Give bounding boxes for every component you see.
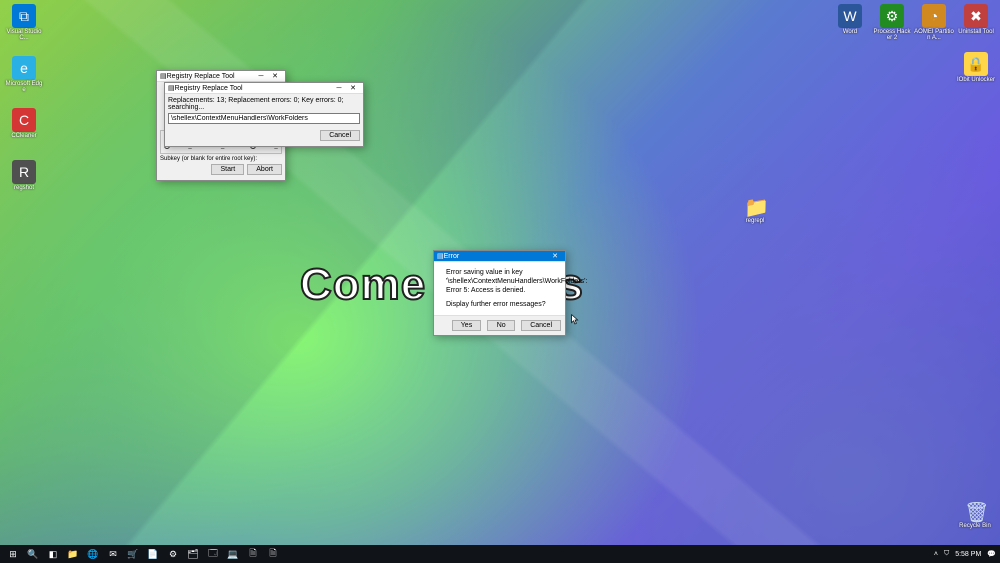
file-explorer-button[interactable]: 📁 <box>64 547 82 561</box>
recycle-bin-icon[interactable]: 🗑 Recycle Bin <box>955 500 995 544</box>
desktop: ⧉ Visual Studio C... e Microsoft Edge C … <box>0 0 1000 563</box>
app-small-icon: ▤ <box>168 84 175 92</box>
app-taskbar-button[interactable]: 📄 <box>144 547 162 561</box>
close-button[interactable]: ✕ <box>548 252 562 261</box>
desktop-icons-right: W Word ⚙ Process Hacker 2 ◔ AOMEI Partit… <box>830 4 996 48</box>
app-taskbar-button-4[interactable]: 💻 <box>224 547 242 561</box>
dialog-body: Error saving value in key '\shellex\Cont… <box>434 262 565 315</box>
search-button[interactable]: 🔍 <box>24 547 42 561</box>
icon-label: regrepl <box>746 218 765 224</box>
app-icon: R <box>12 160 36 184</box>
minimize-button[interactable]: ─ <box>254 72 268 81</box>
edge-icon[interactable]: e Microsoft Edge <box>4 56 44 100</box>
mouse-cursor-icon <box>571 314 579 326</box>
iobit-unlocker-icon[interactable]: 🔒 IObit Unlocker <box>956 52 996 96</box>
titlebar[interactable]: ▤ Registry Replace Tool ─ ✕ <box>157 71 285 82</box>
titlebar[interactable]: ▤ Registry Replace Tool ─ ✕ <box>165 83 363 94</box>
app-taskbar-button-2[interactable]: 🗂 <box>184 547 202 561</box>
registry-replace-window-front[interactable]: ▤ Registry Replace Tool ─ ✕ Replacements… <box>164 82 364 147</box>
close-button[interactable]: ✕ <box>346 84 360 93</box>
path-input[interactable] <box>168 113 360 124</box>
app-icon: C <box>12 108 36 132</box>
store-taskbar-button[interactable]: 🛒 <box>124 547 142 561</box>
no-button[interactable]: No <box>487 320 515 331</box>
system-tray: ˄ ⛉ 5:58 PM 💬 <box>934 550 996 558</box>
yes-button[interactable]: Yes <box>452 320 481 331</box>
minimize-button[interactable]: ─ <box>332 84 346 93</box>
settings-taskbar-button[interactable]: ⚙ <box>164 547 182 561</box>
error-message: Error saving value in key '\shellex\Cont… <box>446 268 587 309</box>
mail-taskbar-button[interactable]: ✉ <box>104 547 122 561</box>
app-icon: W <box>838 4 862 28</box>
folder-icon: 📁 <box>744 195 766 217</box>
app-icon: ⧉ <box>12 4 36 28</box>
running-window-1[interactable]: 🗎 <box>244 547 262 561</box>
titlebar[interactable]: ▤ Error ✕ <box>434 251 565 262</box>
icon-label: Uninstall Tool <box>958 29 994 35</box>
desktop-icons-right-2: 🔒 IObit Unlocker <box>956 52 996 96</box>
task-view-button[interactable]: ◧ <box>44 547 62 561</box>
start-button[interactable]: Start <box>211 164 244 175</box>
window-body: Replacements: 13; Replacement errors: 0;… <box>165 94 363 146</box>
regrepl-folder-icon[interactable]: 📁 regrepl <box>735 195 775 239</box>
aomei-icon[interactable]: ◔ AOMEI Partition A... <box>914 4 954 48</box>
error-dialog[interactable]: ▤ Error ✕ Error saving value in key '\sh… <box>433 250 566 336</box>
tray-network-icon[interactable]: ⛉ <box>944 550 949 558</box>
icon-label: Recycle Bin <box>959 523 991 529</box>
icon-label: Visual Studio C... <box>4 29 44 41</box>
trash-icon: 🗑 <box>964 500 986 522</box>
process-hacker-icon[interactable]: ⚙ Process Hacker 2 <box>872 4 912 48</box>
app-icon: ⚙ <box>880 4 904 28</box>
tray-chevron-icon[interactable]: ˄ <box>934 551 938 558</box>
app-icon: e <box>12 56 36 80</box>
close-button[interactable]: ✕ <box>268 72 282 81</box>
icon-label: Word <box>843 29 857 35</box>
window-title: Registry Replace Tool <box>175 85 332 92</box>
word-icon[interactable]: W Word <box>830 4 870 48</box>
running-window-2[interactable]: 🗎 <box>264 547 282 561</box>
edge-taskbar-button[interactable]: 🌐 <box>84 547 102 561</box>
abort-button[interactable]: Abort <box>247 164 282 175</box>
dialog-footer: Yes No Cancel <box>434 315 565 335</box>
app-taskbar-button-3[interactable]: 🗔 <box>204 547 222 561</box>
icon-label: AOMEI Partition A... <box>914 29 954 41</box>
error-small-icon: ▤ <box>437 252 444 260</box>
window-title: Error <box>444 253 548 260</box>
icon-label: Microsoft Edge <box>4 81 44 93</box>
ccleaner-icon[interactable]: C CCleaner <box>4 108 44 152</box>
uninstall-tool-icon[interactable]: ✖ Uninstall Tool <box>956 4 996 48</box>
icon-label: Process Hacker 2 <box>872 29 912 41</box>
icon-label: CCleaner <box>11 133 36 139</box>
app-icon: 🔒 <box>964 52 988 76</box>
icon-label: regshot <box>14 185 34 191</box>
taskbar[interactable]: ⊞ 🔍 ◧ 📁 🌐 ✉ 🛒 📄 ⚙ 🗂 🗔 💻 🗎 🗎 ˄ ⛉ 5:58 PM … <box>0 545 1000 563</box>
start-button[interactable]: ⊞ <box>4 547 22 561</box>
cancel-button[interactable]: Cancel <box>320 130 360 141</box>
app-icon: ✖ <box>964 4 988 28</box>
notification-center-icon[interactable]: 💬 <box>987 550 996 558</box>
status-line: Replacements: 13; Replacement errors: 0;… <box>168 97 360 111</box>
app-icon: ◔ <box>922 4 946 28</box>
tray-clock[interactable]: 5:58 PM <box>955 551 981 558</box>
regshot-icon[interactable]: R regshot <box>4 160 44 204</box>
subkey-label: Subkey (or blank for entire root key): <box>160 156 282 162</box>
cancel-button[interactable]: Cancel <box>521 320 561 331</box>
vscode-icon[interactable]: ⧉ Visual Studio C... <box>4 4 44 48</box>
desktop-icons-left: ⧉ Visual Studio C... e Microsoft Edge C … <box>4 4 44 204</box>
app-small-icon: ▤ <box>160 72 167 80</box>
window-title: Registry Replace Tool <box>167 73 254 80</box>
icon-label: IObit Unlocker <box>957 77 995 83</box>
